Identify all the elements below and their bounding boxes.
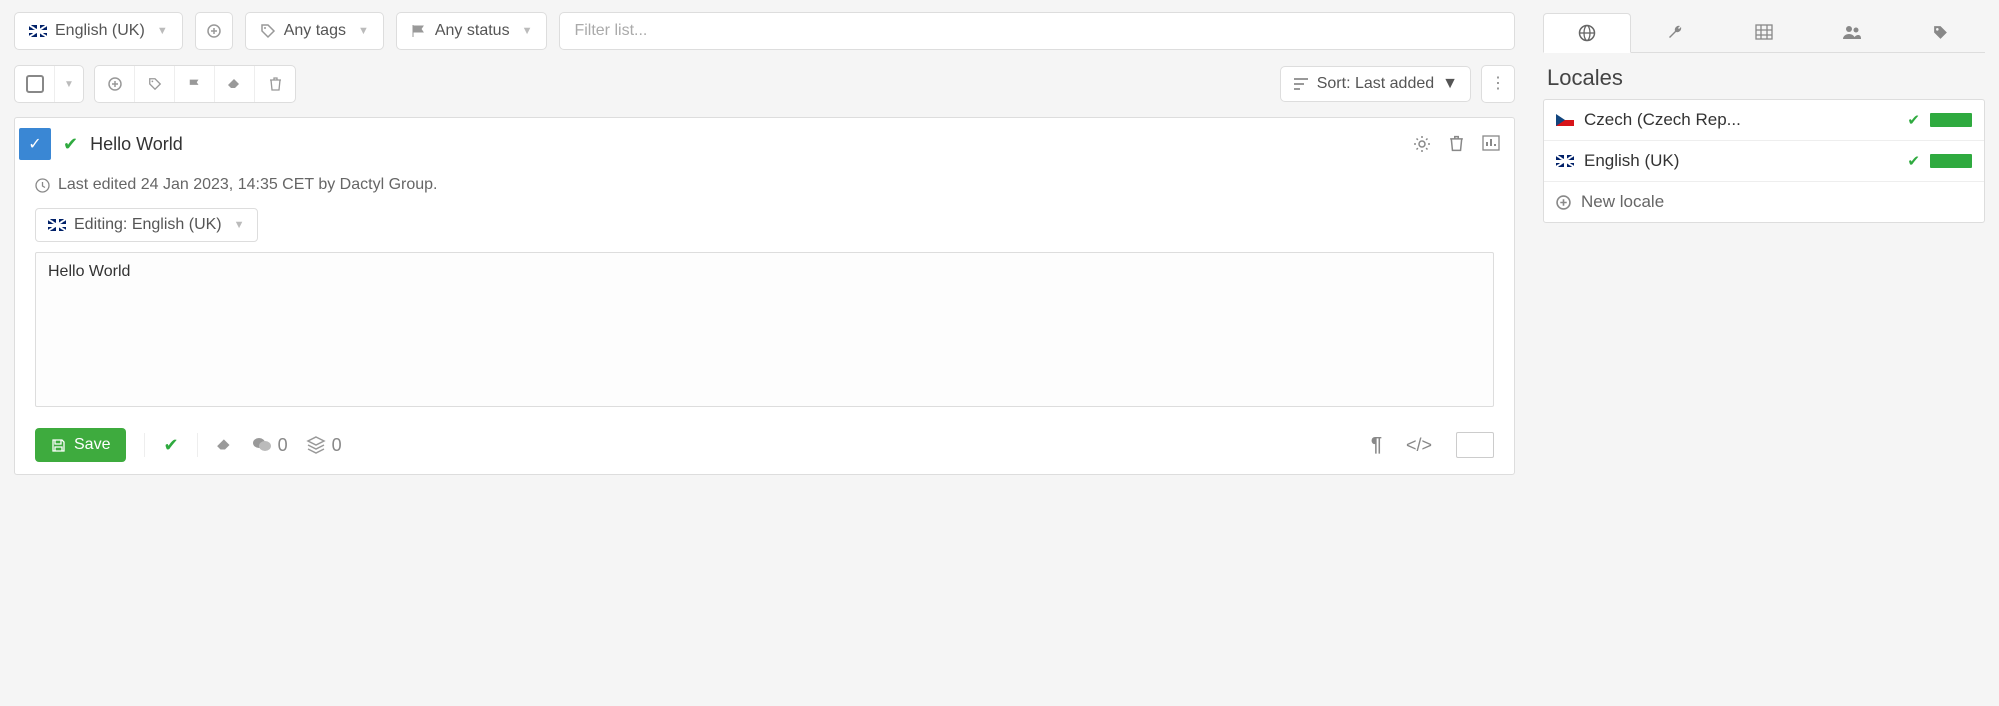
chevron-down-icon: ▼	[1442, 75, 1458, 93]
verified-icon: ✔	[63, 134, 78, 155]
erase-translation-button[interactable]	[216, 438, 234, 452]
save-button[interactable]: Save	[35, 428, 126, 462]
versions-button[interactable]: 0	[306, 435, 342, 456]
locale-filter-label: English (UK)	[55, 22, 145, 40]
editing-locale-dropdown[interactable]: Editing: English (UK) ▼	[35, 208, 258, 242]
new-locale-button[interactable]: New locale	[1544, 182, 1984, 222]
trash-icon	[269, 77, 282, 91]
tab-tools[interactable]	[1631, 12, 1719, 52]
entry-checkbox[interactable]: ✓	[19, 128, 51, 160]
plus-circle-icon	[108, 77, 122, 91]
eraser-icon	[216, 438, 234, 452]
check-icon: ✔	[1907, 152, 1920, 170]
chevron-down-icon: ▼	[234, 219, 245, 231]
delete-button[interactable]	[255, 66, 295, 102]
sidebar: Locales Czech (Czech Rep... ✔ English (U…	[1529, 0, 1999, 706]
code-button[interactable]: </>	[1406, 435, 1432, 456]
tags-filter[interactable]: Any tags ▼	[245, 12, 384, 50]
toolbar: ▼ S	[14, 65, 1515, 103]
uk-flag-icon	[48, 219, 66, 231]
cz-flag-icon	[1556, 114, 1574, 126]
more-menu[interactable]: ⋮	[1481, 65, 1515, 103]
bulk-actions	[94, 65, 296, 103]
select-dropdown[interactable]: ▼	[55, 66, 83, 102]
tag-icon	[148, 77, 162, 91]
filter-bar: English (UK) ▼ Any tags ▼ Any status ▼	[14, 12, 1515, 50]
search-input[interactable]	[559, 12, 1515, 50]
locale-filter[interactable]: English (UK) ▼	[14, 12, 183, 50]
locale-row-czech[interactable]: Czech (Czech Rep... ✔	[1544, 100, 1984, 141]
translation-entry: ✓ ✔ Hello World Last edited 2	[14, 117, 1515, 475]
users-icon	[1842, 24, 1862, 40]
entry-meta: Last edited 24 Jan 2023, 14:35 CET by Da…	[15, 166, 1514, 208]
bar-chart-icon	[1482, 135, 1500, 151]
entry-header: ✓ ✔ Hello World	[15, 118, 1514, 166]
main-panel: English (UK) ▼ Any tags ▼ Any status ▼	[0, 0, 1529, 706]
plus-circle-icon	[1556, 195, 1571, 210]
locale-row-english[interactable]: English (UK) ✔	[1544, 141, 1984, 182]
comments-icon	[252, 437, 272, 454]
sort-dropdown[interactable]: Sort: Last added ▼	[1280, 66, 1471, 102]
status-filter-label: Any status	[435, 22, 510, 40]
comments-button[interactable]: 0	[252, 435, 288, 456]
sidebar-tabs	[1543, 12, 1985, 53]
erase-button[interactable]	[215, 66, 255, 102]
tab-locales[interactable]	[1543, 13, 1631, 53]
uk-flag-icon	[1556, 155, 1574, 167]
clock-icon	[35, 178, 50, 193]
entry-footer: Save ✔ 0 0 ¶ </>	[15, 410, 1514, 462]
globe-icon	[1578, 24, 1596, 42]
sort-label: Sort: Last added	[1317, 75, 1434, 93]
progress-bar	[1930, 154, 1972, 168]
trash-icon	[1449, 135, 1464, 152]
tab-tags[interactable]	[1897, 12, 1985, 52]
wrench-icon	[1667, 24, 1684, 41]
approve-button[interactable]: ✔	[163, 435, 178, 456]
grid-icon	[1755, 24, 1773, 40]
add-locale-filter-button[interactable]	[195, 12, 233, 50]
locales-title: Locales	[1543, 53, 1985, 99]
tab-grid[interactable]	[1720, 12, 1808, 52]
chevron-down-icon: ▼	[157, 25, 168, 37]
tags-filter-label: Any tags	[284, 22, 346, 40]
flag-button[interactable]	[175, 66, 215, 102]
eraser-icon	[227, 78, 243, 90]
box-toggle[interactable]	[1456, 432, 1494, 458]
chevron-down-icon: ▼	[358, 25, 369, 37]
translation-textarea[interactable]	[35, 252, 1494, 407]
progress-bar	[1930, 113, 1972, 127]
flag-icon	[411, 24, 427, 38]
tag-icon	[1932, 24, 1949, 41]
paragraph-button[interactable]: ¶	[1371, 434, 1382, 457]
save-icon	[51, 438, 66, 453]
status-filter[interactable]: Any status ▼	[396, 12, 548, 50]
plus-circle-icon	[207, 24, 221, 38]
tab-team[interactable]	[1808, 12, 1896, 52]
delete-entry-button[interactable]	[1449, 135, 1464, 153]
entry-actions	[1413, 135, 1500, 153]
flag-icon	[188, 77, 202, 91]
chevron-down-icon: ▼	[522, 25, 533, 37]
stats-button[interactable]	[1482, 135, 1500, 153]
add-button[interactable]	[95, 66, 135, 102]
entry-title: Hello World	[90, 134, 1401, 155]
layers-icon	[306, 436, 326, 454]
uk-flag-icon	[29, 25, 47, 37]
settings-button[interactable]	[1413, 135, 1431, 153]
sort-icon	[1293, 77, 1309, 91]
select-all-checkbox[interactable]	[15, 66, 55, 102]
check-icon: ✔	[1907, 111, 1920, 129]
select-all-group: ▼	[14, 65, 84, 103]
tag-button[interactable]	[135, 66, 175, 102]
gear-icon	[1413, 135, 1431, 153]
tag-icon	[260, 23, 276, 39]
locale-list: Czech (Czech Rep... ✔ English (UK) ✔ New…	[1543, 99, 1985, 223]
